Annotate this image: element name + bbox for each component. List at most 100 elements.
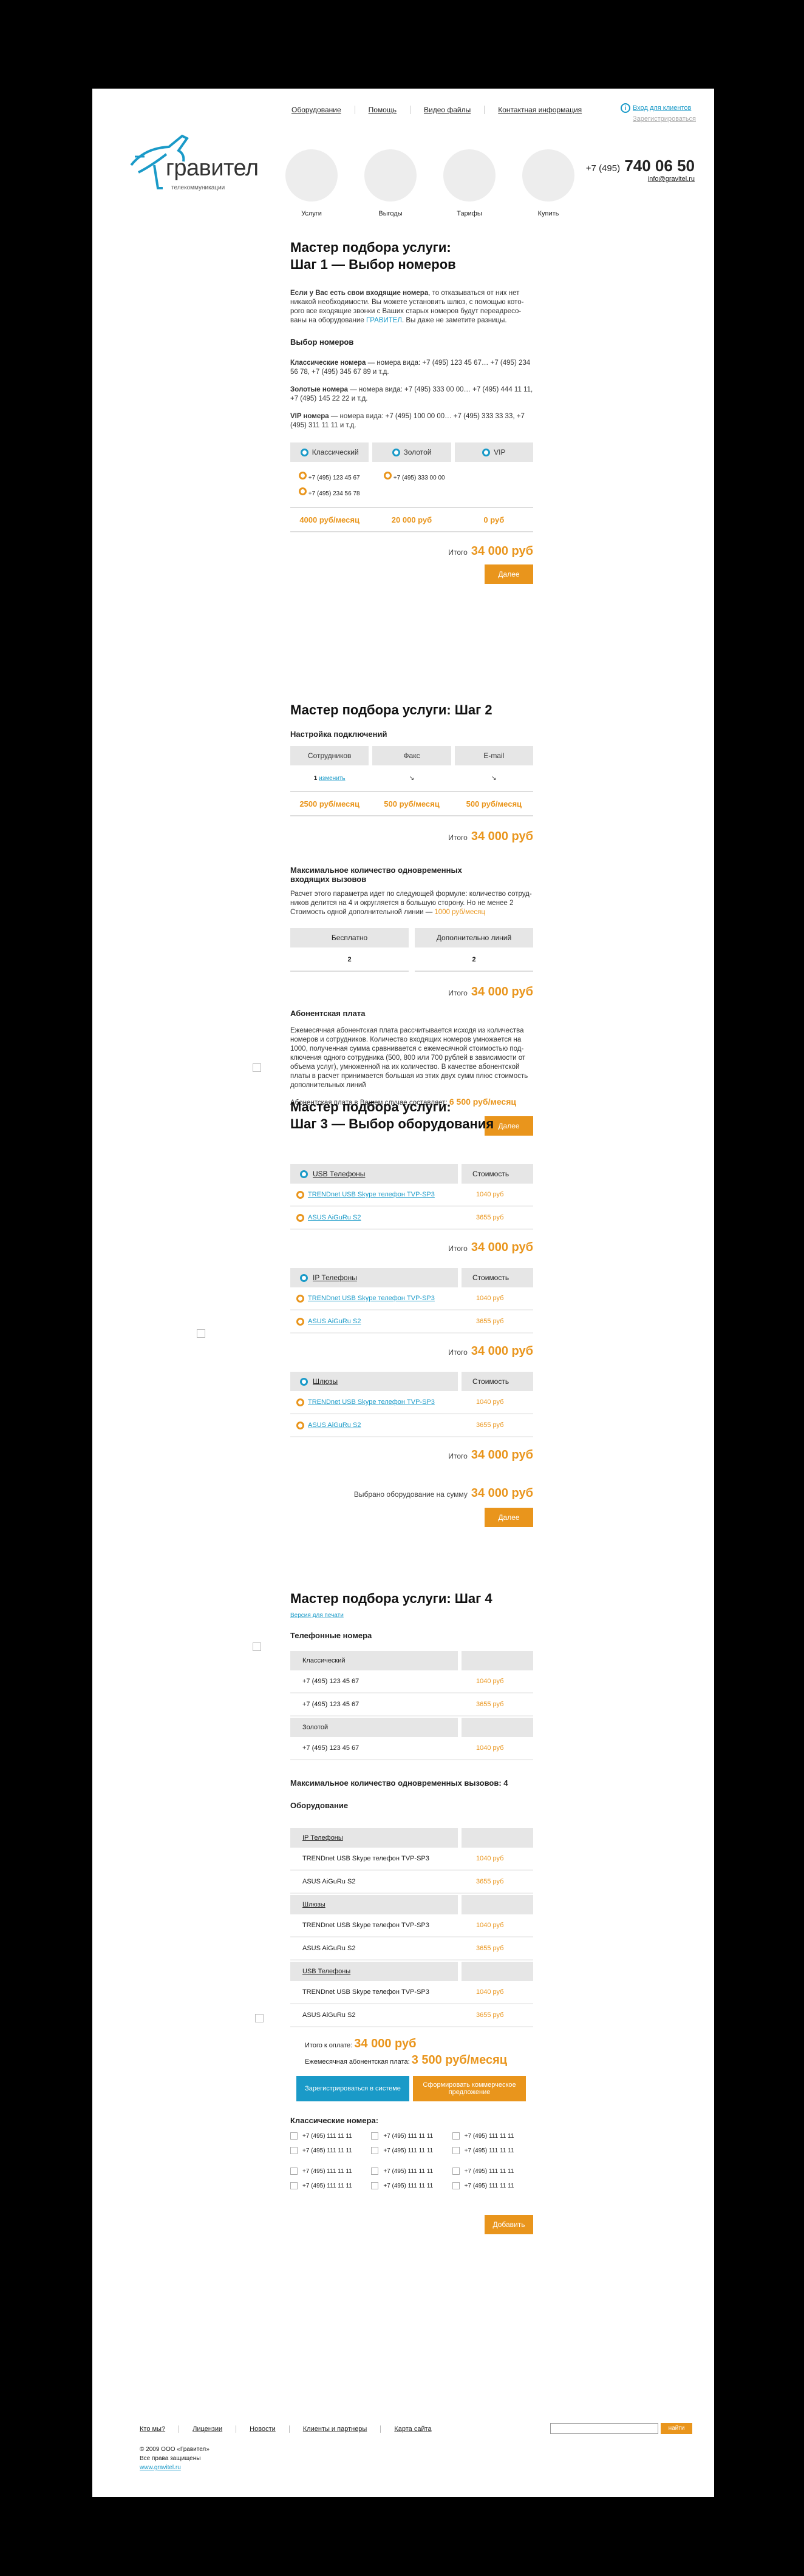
footer-news[interactable]: Новости	[236, 2425, 289, 2433]
search-input[interactable]	[550, 2423, 658, 2434]
free-lines-value: 2	[290, 947, 409, 972]
tab-gold[interactable]: Золотой	[372, 442, 451, 462]
nav-video[interactable]: Видео файлы	[409, 106, 484, 114]
table-row: +7 (495) 123 45 67 1040 руб	[290, 1737, 533, 1760]
number-checkbox-item[interactable]: +7 (495) 111 11 11	[452, 2147, 533, 2154]
footer-about[interactable]: Кто мы?	[140, 2425, 179, 2433]
number-checkbox-item[interactable]: +7 (495) 111 11 11	[290, 2182, 371, 2189]
side-checkbox[interactable]	[253, 1642, 261, 1651]
employees-count: 1 изменить	[313, 774, 346, 782]
summary-gateways: Шлюзы TRENDnet USB Skype телефон TVP-SP3…	[290, 1895, 533, 1961]
email-link[interactable]: info@gravitel.ru	[586, 175, 695, 183]
table-row: ASUS AiGuRu S2 3655 руб	[290, 2004, 533, 2027]
footer-nav: Кто мы? Лицензии Новости Клиенты и партн…	[140, 2425, 445, 2433]
checkbox[interactable]	[371, 2147, 379, 2154]
register-button[interactable]: Зарегистрироваться в системе	[296, 2076, 409, 2101]
number-checkbox-item[interactable]: +7 (495) 111 11 11	[371, 2182, 452, 2189]
logo[interactable]: гравител телекоммуникации	[126, 130, 259, 203]
login-block: i Вход для клиентов Зарегистрироваться	[621, 103, 696, 125]
checkbox[interactable]	[290, 2132, 298, 2140]
footer-sitemap[interactable]: Карта сайта	[380, 2425, 445, 2433]
fax-toggle[interactable]: ↘	[372, 775, 451, 782]
circle-benefits[interactable]: Выгоды	[364, 149, 417, 217]
number-checkbox-item[interactable]: +7 (495) 111 11 11	[290, 2168, 371, 2175]
radio-icon	[300, 448, 308, 456]
footer-clients[interactable]: Клиенты и партнеры	[288, 2425, 381, 2433]
extra-lines-value[interactable]: 2	[415, 947, 533, 972]
eq-item[interactable]: TRENDnet USB Skype телефон TVP-SP3 1040 р…	[290, 1184, 533, 1207]
site-link[interactable]: www.gravitel.ru	[140, 2463, 210, 2472]
classic-desc: Классические номера — номера вида: +7 (4…	[290, 359, 531, 376]
table-row: TRENDnet USB Skype телефон TVP-SP3 1040 р…	[290, 1981, 533, 2004]
step3-next-button[interactable]: Далее	[485, 1508, 533, 1527]
number-checkbox-item[interactable]: +7 (495) 111 11 11	[371, 2168, 452, 2175]
eq-item[interactable]: ASUS AiGuRu S2 3655 руб	[290, 1207, 533, 1230]
checkbox[interactable]	[371, 2132, 379, 2140]
checkbox[interactable]	[290, 2182, 298, 2189]
step1-next-button[interactable]: Далее	[485, 564, 533, 584]
number-checkbox-item[interactable]: +7 (495) 111 11 11	[290, 2132, 371, 2140]
checkbox[interactable]	[452, 2132, 460, 2140]
classic-numbers-grid: +7 (495) 111 11 11 +7 (495) 111 11 11 +7 (…	[290, 2132, 533, 2189]
register-link[interactable]: Зарегистрироваться	[633, 115, 696, 123]
equipment-title: Оборудование	[290, 1801, 349, 1810]
eq-item[interactable]: ASUS AiGuRu S2 3655 руб	[290, 1414, 533, 1437]
checkbox[interactable]	[452, 2168, 460, 2175]
email-toggle[interactable]: ↘	[455, 775, 533, 782]
eq-item[interactable]: TRENDnet USB Skype телефон TVP-SP3 1040 р…	[290, 1287, 533, 1310]
side-checkbox[interactable]	[253, 1063, 261, 1072]
tab-classic[interactable]: Классический	[290, 442, 369, 462]
eq-item[interactable]: ASUS AiGuRu S2 3655 руб	[290, 1310, 533, 1334]
table-row: ASUS AiGuRu S2 3655 руб	[290, 1871, 533, 1894]
offer-button[interactable]: Сформировать коммерческое предложение	[413, 2076, 526, 2101]
copyright: © 2009 ООО «Гравител» Все права защищены…	[140, 2446, 210, 2472]
info-icon: i	[621, 103, 630, 113]
pay-summary: Итого к оплате: 34 000 руб Ежемесячная а…	[305, 2037, 508, 2067]
nav-help[interactable]: Помощь	[354, 106, 410, 114]
logo-text: гравител	[166, 155, 259, 181]
search-button[interactable]: найти	[661, 2423, 692, 2434]
print-version-link[interactable]: Версия для печати	[290, 1612, 533, 1619]
checkbox[interactable]	[452, 2147, 460, 2154]
checkbox[interactable]	[371, 2182, 379, 2189]
number-checkbox-item[interactable]: +7 (495) 111 11 11	[452, 2132, 533, 2140]
number-checkbox-item[interactable]: +7 (495) 111 11 11	[371, 2147, 452, 2154]
number-checkbox-item[interactable]: +7 (495) 111 11 11	[452, 2168, 533, 2175]
circle-buy[interactable]: Купить	[522, 149, 574, 217]
side-checkbox[interactable]	[255, 2014, 264, 2022]
summary-ip-phones: IP Телефоны TRENDnet USB Skype телефон T…	[290, 1828, 533, 1894]
phone-number: +7 (495) 740 06 50	[585, 157, 695, 175]
nav-equipment[interactable]: Оборудование	[291, 106, 355, 114]
add-button[interactable]: Добавить	[485, 2215, 533, 2234]
change-employees-link[interactable]: изменить	[319, 775, 346, 782]
number-checkbox-item[interactable]: +7 (495) 111 11 11	[452, 2182, 533, 2189]
abon-title: Абонентская плата	[290, 1009, 366, 1018]
footer-licenses[interactable]: Лицензии	[179, 2425, 236, 2433]
max-calls-summary: Максимальное количество одновременных вы…	[290, 1778, 508, 1788]
login-link[interactable]: Вход для клиентов	[633, 104, 691, 112]
connections-title: Настройка подключений	[290, 730, 387, 739]
checkbox[interactable]	[290, 2168, 298, 2175]
summary-usb-phones: USB Телефоны TRENDnet USB Skype телефон …	[290, 1962, 533, 2027]
table-row: TRENDnet USB Skype телефон TVP-SP3 1040 р…	[290, 1848, 533, 1871]
checkbox[interactable]	[371, 2168, 379, 2175]
footer-search: найти	[550, 2423, 692, 2434]
number-checkbox-item[interactable]: +7 (495) 111 11 11	[290, 2147, 371, 2154]
gold-number-option[interactable]: +7 (495) 333 00 00	[384, 470, 457, 486]
classic-number-option[interactable]: +7 (495) 123 45 67	[299, 470, 372, 486]
number-checkbox-item[interactable]: +7 (495) 111 11 11	[371, 2132, 452, 2140]
tab-vip[interactable]: VIP	[454, 442, 533, 462]
circle-tariffs[interactable]: Тарифы	[443, 149, 496, 217]
step1-section: Мастер подбора услуги: Шаг 1 — Выбор ном…	[290, 239, 533, 589]
side-checkbox[interactable]	[197, 1329, 205, 1338]
eq-item[interactable]: TRENDnet USB Skype телефон TVP-SP3 1040 р…	[290, 1391, 533, 1414]
top-nav: Оборудование Помощь Видео файлы Контактн…	[291, 106, 595, 114]
checkbox[interactable]	[290, 2147, 298, 2154]
classic-number-option[interactable]: +7 (495) 234 56 78	[299, 486, 372, 502]
step1-intro: Если у Вас есть свои входящие номера, то…	[290, 290, 524, 324]
circle-services[interactable]: Услуги	[285, 149, 338, 217]
table-row: +7 (495) 123 45 67 3655 руб	[290, 1693, 533, 1717]
checkbox[interactable]	[452, 2182, 460, 2189]
table-row: +7 (495) 123 45 67 1040 руб	[290, 1670, 533, 1693]
nav-contacts[interactable]: Контактная информация	[484, 106, 595, 114]
